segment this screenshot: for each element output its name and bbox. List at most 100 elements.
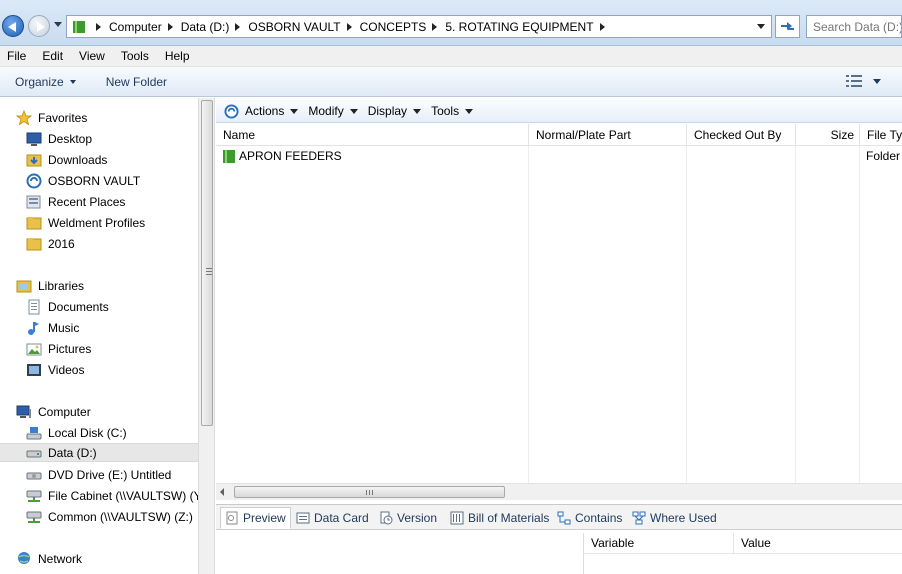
nav-item-label: Downloads <box>48 152 108 167</box>
vault-icon <box>26 173 42 188</box>
nav-item-videos[interactable]: Videos <box>26 360 84 379</box>
nav-item-label: Weldment Profiles <box>48 215 146 230</box>
nav-item-label: Common (\\VAULTSW) (Z:) <box>48 509 193 524</box>
column-header-file-type[interactable]: File Typ <box>860 124 902 146</box>
nav-item-label: Recent Places <box>48 194 126 209</box>
scrollbar-thumb[interactable] <box>201 100 213 426</box>
column-header-variable[interactable]: Variable <box>584 533 734 554</box>
column-header-checked-out-by[interactable]: Checked Out By <box>687 124 796 146</box>
breadcrumb-rotating-equipment[interactable]: 5. ROTATING EQUIPMENT <box>445 20 593 34</box>
nav-item-label: File Cabinet (\\VAULTSW) (Y <box>48 488 198 503</box>
breadcrumb-data-d[interactable]: Data (D:) <box>181 20 230 34</box>
nav-item-common-z[interactable]: Common (\\VAULTSW) (Z:) <box>26 507 193 526</box>
nav-item-label: Data (D:) <box>48 445 97 460</box>
forward-button[interactable] <box>28 15 50 37</box>
pictures-icon <box>26 343 42 355</box>
nav-network-label: Network <box>38 551 83 566</box>
organize-button[interactable]: Organize <box>15 75 76 89</box>
vault-toolbar: Actions Modify Display Tools <box>216 100 902 123</box>
nav-item-file-cabinet-y[interactable]: File Cabinet (\\VAULTSW) (Y <box>26 486 198 505</box>
tab-bill-of-materials[interactable]: Bill of Materials <box>450 507 549 529</box>
horizontal-scrollbar[interactable] <box>216 483 902 500</box>
documents-icon <box>28 299 40 314</box>
table-row[interactable]: APRON FEEDERS Folder <box>216 147 902 166</box>
scrollbar-thumb[interactable] <box>234 486 505 498</box>
recent-pages-dropdown[interactable] <box>54 22 62 27</box>
libraries-icon <box>16 280 32 292</box>
crumb-arrow-icon[interactable] <box>346 22 352 31</box>
vault-menu-actions[interactable]: Actions <box>245 104 299 118</box>
nav-item-documents[interactable]: Documents <box>26 297 109 316</box>
menu-edit[interactable]: Edit <box>42 49 63 63</box>
crumb-arrow-icon[interactable] <box>432 22 438 31</box>
scroll-left-icon[interactable] <box>220 488 224 496</box>
nav-item-data-d[interactable]: Data (D:) <box>0 443 198 462</box>
navigation-scrollbar[interactable] <box>198 98 215 574</box>
new-folder-button[interactable]: New Folder <box>106 75 167 89</box>
crumb-arrow-icon[interactable] <box>96 22 101 31</box>
row-file-type: Folder <box>866 149 901 163</box>
crumb-arrow-icon[interactable] <box>235 22 241 31</box>
folder-icon <box>26 216 42 229</box>
nav-item-desktop[interactable]: Desktop <box>26 129 92 148</box>
tab-data-card[interactable]: Data Card <box>296 507 369 529</box>
nav-item-music[interactable]: Music <box>26 318 79 337</box>
vault-menu-display[interactable]: Display <box>368 104 422 118</box>
vault-menu-tools[interactable]: Tools <box>431 104 474 118</box>
breadcrumb-osborn-vault[interactable]: OSBORN VAULT <box>248 20 340 34</box>
back-button[interactable] <box>2 15 24 37</box>
vault-menu-modify[interactable]: Modify <box>308 104 358 118</box>
nav-item-downloads[interactable]: Downloads <box>26 150 107 169</box>
nav-item-dvd-drive-e[interactable]: DVD Drive (E:) Untitled <box>26 465 171 484</box>
nav-item-osborn-vault[interactable]: OSBORN VAULT <box>26 171 140 190</box>
nav-libraries-label: Libraries <box>38 278 85 293</box>
search-input[interactable] <box>806 15 902 38</box>
nav-network[interactable]: Network <box>16 549 82 568</box>
nav-item-2016[interactable]: 2016 <box>26 234 75 253</box>
vault-folder-icon <box>73 20 85 33</box>
column-header-size[interactable]: Size <box>796 124 860 146</box>
nav-computer[interactable]: Computer <box>16 402 91 421</box>
address-dropdown-icon[interactable] <box>757 24 765 29</box>
refresh-icon <box>781 22 794 30</box>
view-options-dropdown[interactable] <box>873 79 881 84</box>
preview-tabs: Preview Data Card Version Bill of Materi… <box>216 505 902 530</box>
crumb-arrow-icon[interactable] <box>167 22 173 31</box>
nav-libraries[interactable]: Libraries <box>16 276 84 295</box>
column-header-value[interactable]: Value <box>734 533 771 554</box>
menu-tools[interactable]: Tools <box>121 49 149 63</box>
organize-label: Organize <box>15 74 64 89</box>
folder-icon <box>26 237 42 250</box>
network-icon <box>18 551 30 564</box>
nav-favorites-label: Favorites <box>38 110 88 125</box>
contains-icon <box>557 511 571 525</box>
tab-version[interactable]: Version <box>379 507 437 529</box>
column-divider <box>528 146 529 484</box>
nav-item-recent-places[interactable]: Recent Places <box>26 192 125 211</box>
nav-item-label: Pictures <box>48 341 92 356</box>
menu-file[interactable]: File <box>7 49 26 63</box>
preview-pane: Preview Data Card Version Bill of Materi… <box>216 504 902 574</box>
nav-item-pictures[interactable]: Pictures <box>26 339 91 358</box>
nav-item-weldment-profiles[interactable]: Weldment Profiles <box>26 213 145 232</box>
videos-icon <box>27 363 41 376</box>
tab-preview[interactable]: Preview <box>220 507 291 529</box>
menu-help[interactable]: Help <box>165 49 190 63</box>
menu-view[interactable]: View <box>79 49 105 63</box>
column-header-normal-plate-part[interactable]: Normal/Plate Part <box>529 124 687 146</box>
nav-favorites[interactable]: Favorites <box>16 108 87 127</box>
refresh-button[interactable] <box>775 15 800 38</box>
tab-label: Version <box>397 511 438 525</box>
chevron-down-icon <box>465 108 474 114</box>
new-folder-label: New Folder <box>105 74 168 89</box>
tab-where-used[interactable]: Where Used <box>632 507 717 529</box>
column-header-name[interactable]: Name <box>216 124 529 146</box>
breadcrumb-computer[interactable]: Computer <box>109 20 162 34</box>
nav-item-local-disk-c[interactable]: Local Disk (C:) <box>26 423 127 442</box>
crumb-arrow-icon[interactable] <box>599 22 605 31</box>
address-field[interactable]: Computer Data (D:) OSBORN VAULT CONCEPTS… <box>66 15 772 38</box>
view-details-icon[interactable] <box>846 75 862 87</box>
tab-contains[interactable]: Contains <box>557 507 622 529</box>
breadcrumb-concepts[interactable]: CONCEPTS <box>360 20 427 34</box>
drive-icon <box>26 450 42 457</box>
